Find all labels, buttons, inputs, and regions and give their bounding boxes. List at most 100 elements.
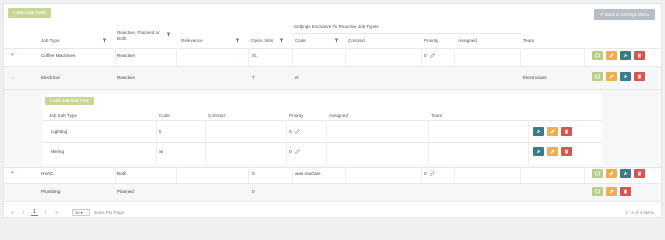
edit-button[interactable] [606,169,617,178]
view-button[interactable] [592,72,603,81]
view-button[interactable] [592,169,603,178]
open-jobs-filter-icon[interactable] [279,38,284,43]
col-reactive-planned-1[interactable]: Reactive, Planned or [117,30,160,36]
wrench-icon [623,74,628,79]
col-sub-code[interactable]: Code [159,113,170,119]
col-sub-contract[interactable]: Contract [208,113,225,119]
col-open-jobs[interactable]: Open Jobs [251,38,273,44]
trash-icon [623,189,628,194]
priority-cell: 0 [424,171,435,177]
expand-row-icon[interactable]: + [11,170,14,176]
first-page-button[interactable]: « [9,210,16,216]
trash-icon [637,74,642,79]
edit-button[interactable] [547,147,558,156]
col-sub-team[interactable]: Team [431,113,442,119]
wrench-button[interactable] [533,127,544,136]
mode-cell: Planned [117,189,134,194]
code-filter-icon[interactable] [334,38,339,43]
page-size-select[interactable]: 10 ▾ [72,209,90,216]
pencil-icon [609,189,614,194]
delete-button[interactable] [634,72,645,81]
mode-cell: Reactive [117,53,135,58]
trash-icon [564,149,569,154]
col-reactive-planned-2[interactable]: Both [117,36,126,42]
collapse-row-icon[interactable]: - [12,75,14,81]
sub-type-code: wi [159,149,164,154]
job-type-cell: Plumbing [41,189,61,194]
expand-row-icon[interactable]: + [11,52,14,58]
open-jobs-link[interactable]: 7 [252,75,255,80]
row-actions [592,187,631,196]
pencil-icon [550,149,555,154]
priority-value: 0 [289,149,292,154]
job-type-cell: HVAC [41,171,54,176]
col-team[interactable]: Team [523,38,534,44]
edit-button[interactable] [606,72,617,81]
relevance-filter-icon[interactable] [235,38,240,43]
add-job-type-button[interactable]: + ADD JOB TYPE [8,8,51,18]
pencil-icon [609,74,614,79]
edit-button[interactable] [547,127,558,136]
view-button[interactable] [592,187,603,196]
page-size-label: items Per Page [94,210,125,215]
prev-page-button[interactable]: ‹ [20,210,27,216]
col-sub-priority[interactable]: Priority [289,113,303,119]
row-actions [592,169,645,178]
mode-cell: Both [117,171,127,176]
last-page-button[interactable]: » [53,210,60,216]
delete-button[interactable] [561,127,572,136]
pager-summary: 1 - 4 of 4 items [624,210,654,215]
sub-priority-cell: 0 [289,149,300,155]
page-1-button[interactable]: 1 [31,209,38,216]
wrench-icon [623,53,628,58]
priority-value: 0 [289,129,292,134]
wrench-button[interactable] [620,51,631,60]
col-sub-assigned[interactable]: Assigned [329,113,348,119]
priority-value: 0 [424,171,427,176]
wrench-button[interactable] [533,147,544,156]
eye-icon [595,74,600,79]
open-jobs-link[interactable]: 0 [252,171,255,176]
trash-icon [564,129,569,134]
col-contract[interactable]: Contract [348,38,365,44]
sub-priority-cell: 0 [289,129,300,135]
delete-button[interactable] [561,147,572,156]
reactive-planned-filter-icon[interactable] [166,32,171,37]
col-assigned[interactable]: Assigned [458,38,477,44]
code-cell: el [295,75,299,80]
job-type-filter-icon[interactable] [102,38,107,43]
next-page-button[interactable]: › [42,210,49,216]
priority-value: 0 [424,53,427,58]
col-priority[interactable]: Priority [424,38,438,44]
pencil-icon[interactable] [294,149,300,155]
wrench-icon [623,171,628,176]
pencil-icon[interactable] [294,129,300,135]
pencil-icon [550,129,555,134]
delete-button[interactable] [634,169,645,178]
pencil-icon[interactable] [429,171,435,177]
job-type-cell: Electrical [41,75,60,80]
open-jobs-link[interactable]: 81 [252,53,257,58]
trash-icon [637,53,642,58]
pencil-icon[interactable] [429,53,435,59]
open-jobs-link[interactable]: 0 [252,189,255,194]
back-to-settings-button[interactable]: ↶ Back to Settings Menu [594,9,655,20]
col-relevance[interactable]: Relevance [181,38,203,44]
col-job-type[interactable]: Job Type [41,38,60,44]
add-job-sub-type-button[interactable]: + ADD JOB SUB TYPE [45,97,94,105]
wrench-icon [536,129,541,134]
col-code[interactable]: Code [295,38,306,44]
edit-button[interactable] [606,187,617,196]
eye-icon [595,189,600,194]
view-button[interactable] [592,51,603,60]
sub-row-actions [533,127,572,136]
job-sub-type-table: + ADD JOB SUB TYPE Job Sub Type Code Con… [42,94,602,165]
wrench-button[interactable] [620,169,631,178]
trash-icon [637,171,642,176]
delete-button[interactable] [634,51,645,60]
delete-button[interactable] [620,187,631,196]
team-cell: Electricians [523,75,547,80]
col-job-sub-type[interactable]: Job Sub Type [49,113,77,119]
wrench-button[interactable] [620,72,631,81]
edit-button[interactable] [606,51,617,60]
